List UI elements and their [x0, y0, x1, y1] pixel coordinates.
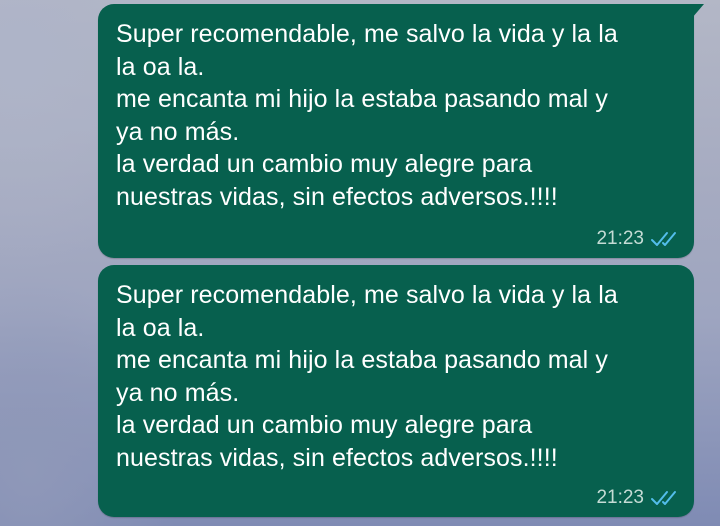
message-meta: 21:23 — [596, 487, 678, 509]
chat-thread: Super recomendable, me salvo la vida y l… — [0, 0, 720, 526]
message-text: Super recomendable, me salvo la vida y l… — [116, 281, 618, 472]
message-time: 21:23 — [596, 228, 644, 249]
outgoing-message-bubble[interactable]: Super recomendable, me salvo la vida y l… — [98, 265, 694, 517]
message-time: 21:23 — [596, 487, 644, 508]
message-text: Super recomendable, me salvo la vida y l… — [116, 20, 618, 211]
double-check-read-icon — [650, 489, 678, 507]
outgoing-message-bubble[interactable]: Super recomendable, me salvo la vida y l… — [98, 4, 704, 258]
message-meta: 21:23 — [596, 228, 678, 250]
double-check-read-icon — [650, 230, 678, 248]
